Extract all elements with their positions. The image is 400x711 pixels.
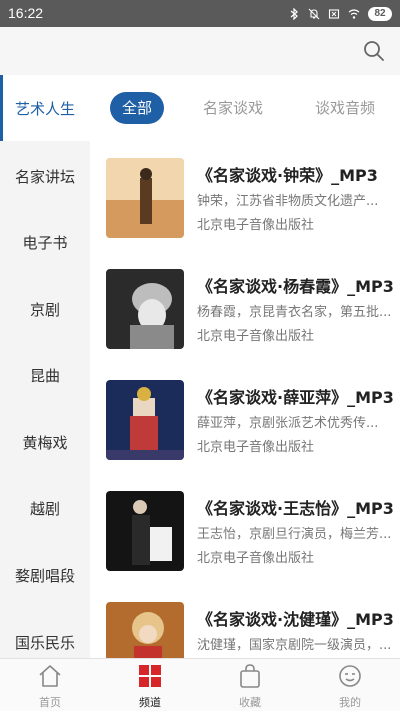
item-description: 杨春霞，京昆青衣名家，第五批...	[197, 305, 392, 320]
sidebar-item-yue-opera[interactable]: 越剧	[0, 475, 90, 541]
nav-label: 我的	[339, 696, 361, 709]
item-title: 《名家谈戏·钟荣》_MP3	[197, 166, 378, 185]
sidebar-item-label: 京剧	[29, 300, 60, 319]
sidebar-item-label: 越剧	[29, 499, 60, 518]
item-description: 薛亚萍，京剧张派艺术优秀传...	[197, 416, 379, 431]
profile-face-icon	[339, 665, 361, 687]
item-title: 《名家谈戏·杨春霞》_MP3	[197, 277, 394, 296]
item-publisher: 北京电子音像出版社	[197, 440, 315, 455]
album-thumbnail	[106, 491, 184, 571]
search-header	[0, 27, 400, 75]
album-thumbnail	[106, 380, 184, 460]
nav-label: 频道	[139, 696, 161, 709]
tab-master-talk[interactable]: 名家谈戏	[193, 92, 273, 124]
channel-grid-icon	[139, 665, 161, 687]
sidebar-item-lecture[interactable]: 名家讲坛	[0, 143, 90, 209]
sidebar-item-label: 黄梅戏	[22, 433, 68, 452]
status-icons: 82	[288, 5, 392, 22]
sidebar-item-art-life[interactable]: 艺术人生	[0, 75, 90, 141]
item-publisher: 北京电子音像出版社	[197, 218, 315, 233]
sidebar-item-folk-music[interactable]: 国乐民乐	[0, 609, 90, 658]
item-title: 《名家谈戏·王志怡》_MP3	[197, 499, 394, 518]
status-bar: 16:22 82	[0, 0, 400, 27]
sidebar-item-label: 婺剧唱段	[14, 566, 75, 585]
sidebar-item-label: 电子书	[22, 233, 68, 252]
item-title: 《名家谈戏·薛亚萍》_MP3	[197, 388, 394, 407]
item-description: 王志怡，京剧旦行演员，梅兰芳...	[197, 527, 392, 542]
album-thumbnail	[106, 158, 184, 238]
content-panel: 全部 名家谈戏 谈戏音频 《名家谈戏·钟荣》_MP3 钟荣，江苏省非物质文化遗产…	[90, 75, 400, 658]
tab-talk-audio[interactable]: 谈戏音频	[305, 92, 385, 124]
album-thumbnail	[106, 269, 184, 349]
bottom-nav: 首页 频道 收藏 我的	[0, 658, 400, 711]
filter-tabs: 全部 名家谈戏 谈戏音频	[90, 75, 400, 143]
wifi-icon	[348, 8, 360, 19]
list-item[interactable]: 《名家谈戏·钟荣》_MP3 钟荣，江苏省非物质文化遗产... 北京电子音像出版社	[106, 158, 396, 238]
sidebar-item-label: 国乐民乐	[14, 633, 75, 652]
item-publisher: 北京电子音像出版社	[197, 329, 315, 344]
sidebar-item-label: 艺术人生	[14, 99, 75, 118]
nav-favorites[interactable]: 收藏	[200, 659, 300, 711]
nav-channel[interactable]: 频道	[100, 659, 200, 711]
item-title: 《名家谈戏·沈健瑾》_MP3	[197, 610, 394, 629]
list-item[interactable]: 《名家谈戏·薛亚萍》_MP3 薛亚萍，京剧张派艺术优秀传... 北京电子音像出版…	[106, 380, 396, 460]
mute-bell-icon	[308, 8, 320, 19]
search-icon[interactable]	[362, 39, 386, 63]
item-description: 钟荣，江苏省非物质文化遗产...	[197, 194, 379, 209]
nav-home[interactable]: 首页	[0, 659, 100, 711]
sidebar-item-peking-opera[interactable]: 京剧	[0, 276, 90, 342]
category-sidebar: 艺术人生 名家讲坛 电子书 京剧 昆曲 黄梅戏 越剧 婺剧唱段 国乐民乐	[0, 75, 90, 658]
album-thumbnail	[106, 602, 184, 658]
bag-icon	[240, 664, 260, 688]
sidebar-item-ebook[interactable]: 电子书	[0, 209, 90, 275]
item-description: 沈健瑾，国家京剧院一级演员，...	[197, 638, 392, 653]
home-icon	[39, 665, 61, 687]
battery-indicator: 82	[368, 6, 392, 21]
nav-label: 收藏	[239, 696, 261, 709]
list-item[interactable]: 《名家谈戏·王志怡》_MP3 王志怡，京剧旦行演员，梅兰芳... 北京电子音像出…	[106, 491, 396, 571]
no-sim-icon	[328, 8, 340, 19]
list-item[interactable]: 《名家谈戏·杨春霞》_MP3 杨春霞，京昆青衣名家，第五批... 北京电子音像出…	[106, 269, 396, 349]
sidebar-item-label: 昆曲	[29, 366, 60, 385]
nav-profile[interactable]: 我的	[300, 659, 400, 711]
tab-all[interactable]: 全部	[110, 92, 164, 124]
bluetooth-icon	[290, 7, 298, 20]
status-time: 16:22	[8, 5, 44, 21]
list-item[interactable]: 《名家谈戏·沈健瑾》_MP3 沈健瑾，国家京剧院一级演员，...	[106, 602, 396, 658]
sidebar-item-wu-opera[interactable]: 婺剧唱段	[0, 542, 90, 608]
sidebar-item-huangmei[interactable]: 黄梅戏	[0, 409, 90, 475]
sidebar-item-kunqu[interactable]: 昆曲	[0, 342, 90, 408]
item-publisher: 北京电子音像出版社	[197, 551, 315, 566]
nav-label: 首页	[39, 696, 61, 709]
sidebar-item-label: 名家讲坛	[14, 167, 75, 186]
